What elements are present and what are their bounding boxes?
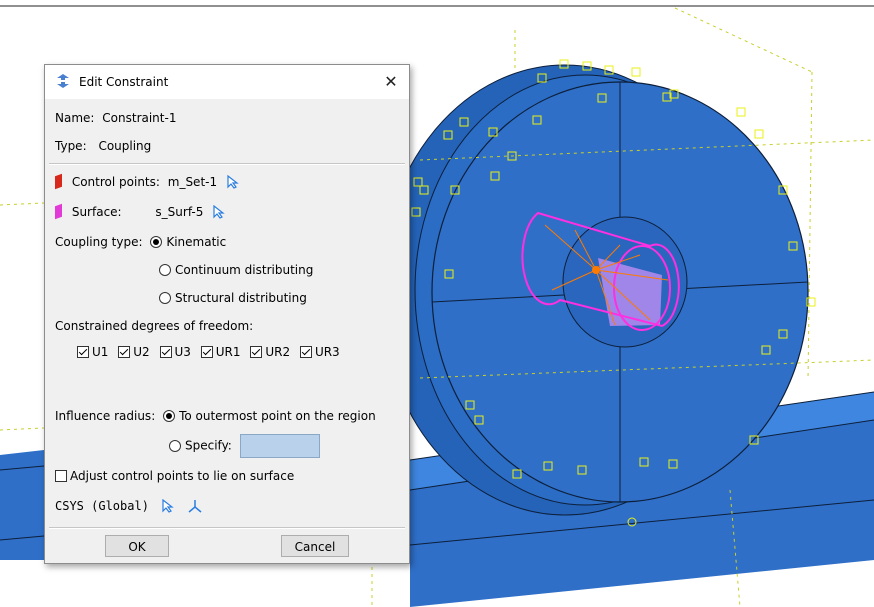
radio-icon[interactable]	[159, 292, 171, 304]
coupling-type-label: Coupling type:	[55, 235, 143, 249]
influence-label: Influence radius:	[55, 409, 156, 423]
control-points-value: m_Set-1	[167, 175, 218, 189]
adjust-control-points-checkbox[interactable]: Adjust control points to lie on surface	[55, 469, 294, 483]
name-label: Name:	[55, 111, 95, 125]
adjust-label: Adjust control points to lie on surface	[70, 469, 295, 483]
ok-button[interactable]: OK	[105, 535, 169, 557]
name-row: Name: Constraint-1	[55, 111, 176, 125]
select-arrow-icon[interactable]	[227, 174, 239, 192]
cancel-button[interactable]: Cancel	[281, 535, 349, 557]
dof-ur1-checkbox[interactable]: UR1	[200, 345, 241, 359]
influence-radius-row: Influence radius: To outermost point on …	[55, 409, 376, 423]
dialog-titlebar[interactable]: Edit Constraint ✕	[45, 65, 409, 99]
type-row: Type: Coupling	[55, 139, 151, 153]
radio-selected-icon[interactable]	[150, 236, 163, 248]
dof-label: Constrained degrees of freedom:	[55, 319, 254, 333]
close-icon[interactable]: ✕	[373, 65, 409, 99]
specify-radius-input[interactable]	[239, 434, 320, 458]
specify-label: Specify:	[185, 438, 232, 453]
dof-u2-checkbox[interactable]: U2	[118, 345, 150, 359]
coupling-structural-radio[interactable]: Structural distributing	[159, 291, 307, 305]
divider	[49, 163, 405, 165]
name-value: Constraint-1	[102, 111, 177, 125]
constraint-icon	[55, 74, 71, 91]
select-arrow-icon[interactable]	[162, 498, 174, 516]
select-arrow-icon[interactable]	[213, 204, 225, 222]
influence-specify-radio[interactable]: Specify:	[169, 434, 320, 458]
axis-triad-icon[interactable]	[187, 499, 203, 516]
surface-label: Surface:	[71, 205, 122, 219]
coupling-kinematic-radio[interactable]: Kinematic	[150, 235, 226, 249]
control-points-label: Control points:	[71, 175, 160, 189]
checkbox-icon[interactable]	[55, 470, 67, 482]
influence-outermost-radio[interactable]: To outermost point on the region	[163, 409, 376, 423]
radio-icon[interactable]	[169, 439, 181, 452]
control-points-row: Control points: m_Set-1	[55, 173, 239, 192]
radio-selected-icon[interactable]	[163, 410, 176, 422]
csys-label: CSYS (Global)	[55, 499, 149, 513]
kinematic-label: Kinematic	[166, 235, 227, 249]
dof-u1-checkbox[interactable]: U1	[77, 345, 108, 359]
dialog-title: Edit Constraint	[79, 75, 169, 89]
dof-ur2-checkbox[interactable]: UR2	[250, 345, 290, 359]
structural-label: Structural distributing	[175, 291, 307, 305]
radio-icon[interactable]	[159, 264, 171, 276]
continuum-label: Continuum distributing	[175, 263, 314, 277]
dof-u3-checkbox[interactable]: U3	[159, 345, 191, 359]
type-label: Type:	[55, 139, 87, 153]
magenta-flag-icon	[55, 203, 62, 220]
dof-ur3-checkbox[interactable]: UR3	[299, 345, 340, 359]
red-flag-icon	[55, 173, 62, 190]
dof-checkboxes: U1 U2 U3 UR1 UR2 UR3	[77, 345, 340, 359]
coupling-continuum-radio[interactable]: Continuum distributing	[159, 263, 313, 277]
coupling-type-row: Coupling type: Kinematic	[55, 235, 226, 249]
surface-row: Surface: s_Surf-5	[55, 203, 225, 222]
divider	[49, 527, 405, 529]
csys-row: CSYS (Global)	[55, 498, 203, 516]
type-value: Coupling	[98, 139, 152, 153]
edit-constraint-dialog: Edit Constraint ✕ Name: Constraint-1 Typ…	[44, 64, 410, 564]
surface-value: s_Surf-5	[155, 205, 204, 219]
outermost-label: To outermost point on the region	[179, 409, 376, 423]
